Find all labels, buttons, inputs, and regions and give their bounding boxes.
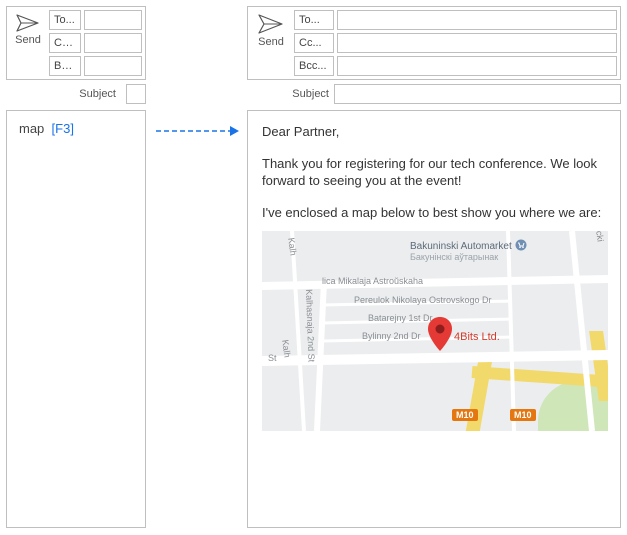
bcc-input[interactable] [337,56,617,76]
send-icon [258,14,284,34]
to-input[interactable] [337,10,617,30]
map-poi: Bakuninski Automarket Бакунінскі аўтарын… [410,239,527,262]
compose-pane-before: Send To... Cc... Bcc... Subject map [F3] [6,6,146,528]
recipient-fields: To... Cc... Bcc... [294,10,617,76]
paragraph-2: I've enclosed a map below to best show y… [262,204,606,222]
send-label: Send [258,36,284,48]
snippet-hotkey: [F3] [52,121,74,136]
message-body[interactable]: Dear Partner, Thank you for registering … [247,110,621,528]
to-input[interactable] [84,10,142,30]
snippet-text: map [19,121,44,136]
send-button[interactable]: Send [10,10,46,52]
cart-icon [515,239,527,251]
send-label: Send [15,34,41,46]
cc-button[interactable]: Cc... [294,33,334,53]
subject-row: Subject [247,84,621,104]
road-label: St [268,353,277,363]
cc-button[interactable]: Cc... [49,33,81,53]
greeting: Dear Partner, [262,123,606,141]
bcc-button[interactable]: Bcc... [49,56,81,76]
compose-header: Send To... Cc... Bcc... [247,6,621,80]
paragraph-1: Thank you for registering for our tech c… [262,155,606,190]
highway-badge: M10 [510,409,536,421]
compose-header: Send To... Cc... Bcc... [6,6,146,80]
send-button[interactable]: Send [251,10,291,54]
cc-input[interactable] [84,33,142,53]
subject-input[interactable] [334,84,621,104]
to-button[interactable]: To... [49,10,81,30]
subject-input[interactable] [126,84,146,104]
bcc-input[interactable] [84,56,142,76]
bcc-button[interactable]: Bcc... [294,56,334,76]
recipient-fields: To... Cc... Bcc... [49,10,142,76]
cc-input[interactable] [337,33,617,53]
embedded-map: Kalh Kalhasnaja 2nd St Kalh lica Mikalaj… [262,231,608,431]
message-body[interactable]: map [F3] [6,110,146,528]
highway-badge: M10 [452,409,478,421]
compose-pane-after: Send To... Cc... Bcc... Subject Dear Par… [247,6,621,528]
map-pin-icon [428,317,452,351]
subject-row: Subject [6,84,146,104]
map-pin-label: 4Bits Ltd. [454,331,500,343]
subject-label: Subject [291,88,331,100]
expand-arrow [156,124,240,138]
subject-label: Subject [46,88,118,100]
to-button[interactable]: To... [294,10,334,30]
road-label: lica Mikalaja Astroŭskaha [322,276,423,286]
road-label: Bylinny 2nd Dr [362,331,421,341]
send-icon [16,14,40,32]
road-label: Batarejny 1st Dr [368,313,433,323]
road-label: Pereulok Nikolaya Ostrovskogo Dr [354,295,492,305]
